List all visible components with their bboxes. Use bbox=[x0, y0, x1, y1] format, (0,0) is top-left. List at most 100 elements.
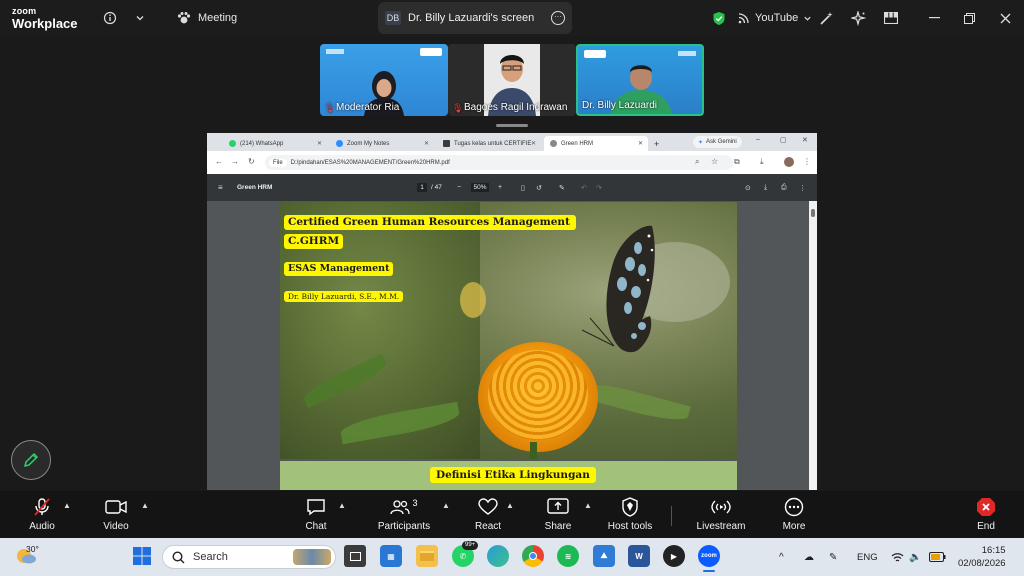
download-icon[interactable]: ⤓ bbox=[764, 184, 767, 192]
forward-icon[interactable]: → bbox=[231, 157, 239, 166]
end-meeting-button[interactable]: End bbox=[964, 491, 1008, 538]
chevron-down-icon[interactable] bbox=[135, 0, 145, 36]
ai-companion-icon[interactable] bbox=[851, 0, 866, 36]
system-clock[interactable]: 16:15 02/08/2026 bbox=[958, 544, 1006, 570]
host-tools-button[interactable]: Host tools bbox=[602, 491, 658, 538]
audio-button[interactable]: Audio bbox=[20, 491, 64, 538]
shared-screen[interactable]: (214) WhatsApp ✕ Zoom My Notes ✕ Tugas k… bbox=[207, 133, 817, 490]
file-explorer-icon[interactable] bbox=[416, 545, 438, 567]
restore-icon[interactable] bbox=[953, 0, 985, 36]
livestream-status-button[interactable]: YouTube bbox=[738, 0, 812, 36]
meeting-info-icon[interactable] bbox=[103, 0, 117, 36]
scrollbar-thumb[interactable] bbox=[811, 209, 815, 217]
microsoft-store-icon[interactable]: ▦ bbox=[380, 545, 402, 567]
ask-gemini-button[interactable]: ✦ Ask Gemini bbox=[693, 136, 742, 148]
more-options-icon[interactable]: ··· bbox=[551, 11, 565, 25]
browser-tab-active[interactable]: Green HRM ✕ bbox=[544, 136, 648, 151]
undo-icon[interactable]: ↶ bbox=[581, 184, 587, 192]
pdf-toolbar: ≡ Green HRM 1 / 47 − 50% + ▯ ↺ ✎ ↶ ↷ ⊙ ⤓… bbox=[207, 174, 817, 201]
downloads-icon[interactable]: ⤓ bbox=[760, 157, 764, 167]
participants-button[interactable]: 3 Participants bbox=[373, 491, 435, 538]
weather-widget[interactable]: 30° bbox=[14, 544, 39, 573]
browser-tab[interactable]: (214) WhatsApp ✕ bbox=[223, 136, 327, 151]
chat-button[interactable]: Chat bbox=[294, 491, 338, 538]
minimize-icon[interactable]: – bbox=[756, 136, 760, 143]
video-button[interactable]: Video bbox=[94, 491, 138, 538]
page-number-input[interactable]: 1 bbox=[417, 183, 427, 192]
wifi-icon[interactable] bbox=[891, 538, 904, 576]
browser-tab[interactable]: Zoom My Notes ✕ bbox=[330, 136, 434, 151]
hamburger-menu-icon[interactable]: ≡ bbox=[218, 183, 223, 192]
more-button[interactable]: More bbox=[772, 491, 816, 538]
back-icon[interactable]: ← bbox=[215, 157, 223, 166]
video-tile[interactable]: 🎙 Bagoes Ragil Indrawan bbox=[448, 44, 576, 116]
video-tile[interactable]: 🎙 Moderator Ria bbox=[320, 44, 448, 116]
url-field[interactable]: File D:/pindahan/ESAS%20MANAGEMENT/Green… bbox=[265, 155, 733, 170]
share-button[interactable]: Share bbox=[536, 491, 580, 538]
close-icon[interactable] bbox=[989, 0, 1021, 36]
audio-options-caret[interactable]: ▲ bbox=[63, 501, 71, 510]
zoom-out-icon[interactable]: − bbox=[457, 184, 461, 191]
tab-close-icon[interactable]: ✕ bbox=[424, 140, 429, 147]
rotate-icon[interactable]: ↺ bbox=[536, 184, 542, 192]
reload-icon[interactable]: ↻ bbox=[248, 157, 255, 166]
chat-options-caret[interactable]: ▲ bbox=[338, 501, 346, 510]
edge-icon[interactable] bbox=[487, 545, 509, 567]
pdf-more-icon[interactable]: ⋮ bbox=[799, 184, 806, 192]
battery-icon[interactable] bbox=[929, 538, 946, 576]
meeting-button[interactable]: Meeting bbox=[176, 0, 237, 36]
close-icon[interactable]: ✕ bbox=[802, 136, 808, 144]
security-shield-icon[interactable] bbox=[712, 0, 726, 36]
language-indicator[interactable]: ENG bbox=[857, 538, 878, 576]
onedrive-sync-icon[interactable]: ☁ bbox=[804, 538, 814, 576]
word-icon[interactable]: W bbox=[628, 545, 650, 567]
spotify-icon[interactable]: ≋ bbox=[557, 545, 579, 567]
tab-close-icon[interactable]: ✕ bbox=[317, 140, 322, 147]
restore-icon[interactable]: ▢ bbox=[780, 136, 787, 144]
bookmark-star-icon[interactable]: ☆ bbox=[711, 157, 718, 166]
video-tile-active-speaker[interactable]: Dr. Billy Lazuardi bbox=[576, 44, 704, 116]
pen-input-icon[interactable]: ✎ bbox=[829, 538, 837, 576]
profile-avatar[interactable] bbox=[784, 157, 794, 167]
annotate-button[interactable] bbox=[11, 440, 51, 480]
windows-logo-icon bbox=[133, 547, 151, 565]
chrome-icon[interactable] bbox=[522, 545, 544, 567]
thumbnail-icon[interactable]: ⊙ bbox=[745, 184, 751, 192]
zoom-in-icon[interactable]: + bbox=[498, 184, 502, 191]
minimize-icon[interactable] bbox=[918, 0, 950, 36]
screen-share-pill[interactable]: DB Dr. Billy Lazuardi's screen ··· bbox=[378, 2, 572, 34]
new-tab-button[interactable]: + bbox=[651, 136, 665, 151]
search-icon bbox=[172, 550, 185, 563]
zoom-lens-icon[interactable]: ⌕ bbox=[695, 157, 699, 167]
zoom-level[interactable]: 50% bbox=[471, 183, 489, 192]
start-button[interactable] bbox=[131, 545, 153, 567]
livestream-button[interactable]: Livestream bbox=[692, 491, 750, 538]
print-icon[interactable]: ⎙ bbox=[781, 184, 787, 192]
tab-close-icon[interactable]: ✕ bbox=[531, 140, 536, 147]
participants-options-caret[interactable]: ▲ bbox=[442, 501, 450, 510]
video-strip-handle[interactable] bbox=[496, 124, 528, 127]
zoom-app-icon[interactable]: zoom bbox=[698, 545, 720, 567]
volume-icon[interactable]: 🔈 bbox=[909, 538, 921, 576]
pdf-scrollbar[interactable] bbox=[809, 201, 817, 490]
photos-icon[interactable]: ⛰ bbox=[593, 545, 615, 567]
redo-icon[interactable]: ↷ bbox=[596, 184, 602, 192]
banner-logo bbox=[678, 51, 696, 56]
magic-wand-icon[interactable] bbox=[819, 0, 834, 36]
video-options-caret[interactable]: ▲ bbox=[141, 501, 149, 510]
tray-overflow-icon[interactable]: ^ bbox=[779, 538, 784, 576]
annotate-pen-icon[interactable]: ✎ bbox=[559, 184, 565, 192]
taskbar-search[interactable]: Search bbox=[162, 545, 336, 569]
broadcast-icon bbox=[710, 497, 732, 517]
fit-page-icon[interactable]: ▯ bbox=[521, 184, 525, 192]
tab-close-icon[interactable]: ✕ bbox=[638, 140, 643, 147]
share-options-caret[interactable]: ▲ bbox=[584, 501, 592, 510]
task-view-icon[interactable] bbox=[344, 545, 366, 567]
browser-menu-icon[interactable]: ⋮ bbox=[803, 157, 811, 166]
react-options-caret[interactable]: ▲ bbox=[506, 501, 514, 510]
react-button[interactable]: React bbox=[466, 491, 510, 538]
media-player-icon[interactable]: ▶ bbox=[663, 545, 685, 567]
browser-tab[interactable]: Tugas kelas untuk CERTIFIE ✕ bbox=[437, 136, 541, 151]
view-layout-icon[interactable] bbox=[884, 0, 898, 36]
extensions-icon[interactable]: ⧉ bbox=[734, 157, 740, 167]
